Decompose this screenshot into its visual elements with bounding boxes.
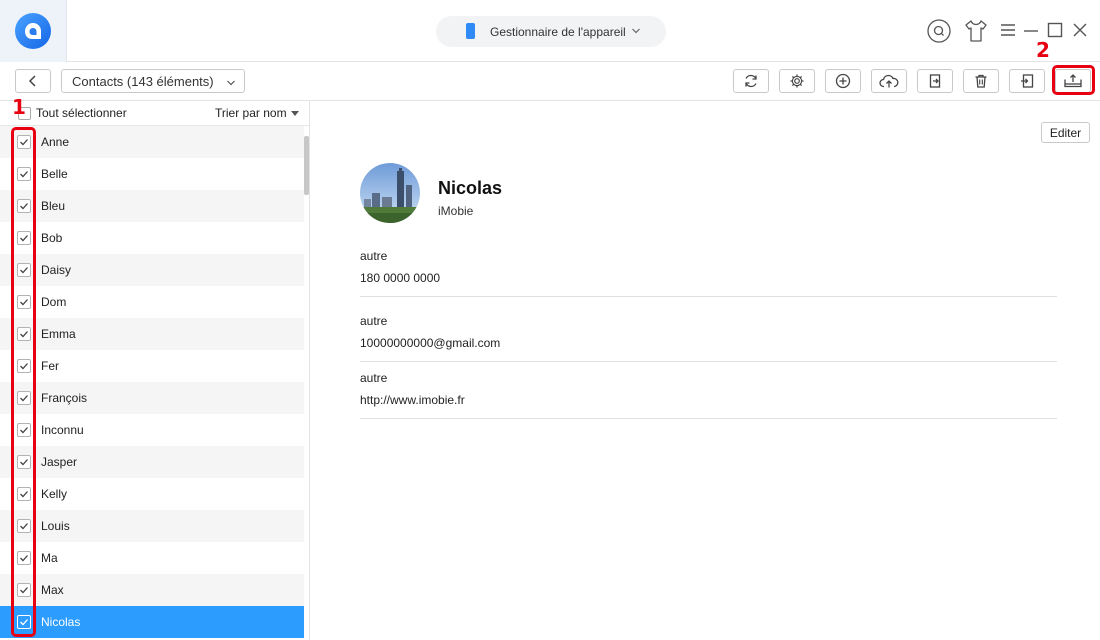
contact-row[interactable]: Bob: [0, 222, 304, 254]
contact-detail-pane: Editer Nicolas iMobie autre 180 0000 000: [310, 101, 1100, 640]
step2-highlight-box: [1052, 65, 1095, 95]
contact-name-label: Jasper: [41, 455, 78, 469]
contact-row[interactable]: Dom: [0, 286, 304, 318]
contact-row[interactable]: Kelly: [0, 478, 304, 510]
contact-rows: Anne Belle Bleu Bob Daisy Dom Emma Fer François I…: [0, 126, 304, 638]
contact-name-label: Louis: [41, 519, 70, 533]
contact-name-label: Daisy: [41, 263, 72, 277]
chevron-left-icon: [28, 75, 36, 87]
import-button[interactable]: [1009, 69, 1045, 93]
delete-button[interactable]: [963, 69, 999, 93]
upload-cloud-button[interactable]: [871, 69, 907, 93]
edit-button[interactable]: Editer: [1041, 122, 1090, 143]
contact-row[interactable]: Bleu: [0, 190, 304, 222]
category-selector[interactable]: Contacts (143 éléments): [61, 69, 245, 93]
contact-row[interactable]: Jasper: [0, 446, 304, 478]
add-icon: [835, 73, 851, 89]
theme-shirt-icon[interactable]: [963, 18, 989, 47]
field-label: autre: [360, 314, 388, 328]
contact-row[interactable]: Fer: [0, 350, 304, 382]
field-value: http://www.imobie.fr: [360, 393, 465, 407]
contact-name-label: François: [41, 391, 88, 405]
caret-down-icon: [291, 111, 299, 116]
export-to-computer-button[interactable]: [917, 69, 953, 93]
contact-name-label: Max: [41, 583, 64, 597]
back-button[interactable]: [15, 69, 51, 93]
field-label: autre: [360, 249, 388, 263]
close-icon[interactable]: [1072, 22, 1088, 41]
contact-name-label: Belle: [41, 167, 68, 181]
field-divider: [360, 361, 1057, 362]
device-manager-label: Gestionnaire de l'appareil: [490, 25, 626, 39]
add-button[interactable]: [825, 69, 861, 93]
contact-row[interactable]: Max: [0, 574, 304, 606]
upload-cloud-icon: [879, 74, 899, 88]
contact-name-label: Bleu: [41, 199, 66, 213]
step1-highlight-box: [11, 127, 36, 637]
toolbar: Contacts (143 éléments): [0, 62, 1100, 101]
refresh-icon: [745, 74, 757, 88]
refresh-button[interactable]: [733, 69, 769, 93]
device-manager-selector[interactable]: Gestionnaire de l'appareil: [436, 16, 666, 47]
scrollbar-track[interactable]: [304, 126, 309, 640]
contact-row[interactable]: Anne: [0, 126, 304, 158]
list-header: Tout sélectionner Trier par nom: [0, 101, 309, 126]
select-all-label[interactable]: Tout sélectionner: [36, 106, 127, 120]
import-icon: [1021, 74, 1034, 88]
contact-organization: iMobie: [438, 204, 474, 218]
app-logo-icon: [15, 13, 51, 49]
chevron-down-icon: [631, 24, 641, 41]
step2-number: 2: [1036, 38, 1050, 62]
menu-icon[interactable]: [1000, 22, 1016, 41]
contact-name-label: Nicolas: [41, 615, 81, 629]
chevron-down-icon: [226, 76, 236, 91]
contact-name: Nicolas: [438, 178, 503, 198]
field-value: 10000000000@gmail.com: [360, 336, 501, 350]
app-logo-area: [0, 0, 67, 62]
field-divider: [360, 418, 1057, 419]
category-label: Contacts (143 éléments): [72, 73, 214, 89]
contact-name-label: Kelly: [41, 487, 68, 501]
settings-icon: [790, 74, 804, 88]
contact-name-label: Ma: [41, 551, 58, 565]
contact-avatar: [360, 163, 420, 223]
sort-dropdown[interactable]: Trier par nom: [215, 106, 287, 120]
contact-name-label: Anne: [41, 135, 70, 149]
field-label: autre: [360, 371, 388, 385]
contact-name-label: Dom: [41, 295, 67, 309]
export-to-computer-icon: [929, 74, 941, 88]
field-value: 180 0000 0000: [360, 271, 441, 285]
contact-row[interactable]: Louis: [0, 510, 304, 542]
phone-icon: [466, 23, 475, 39]
contact-name-label: Inconnu: [41, 423, 84, 437]
contact-row[interactable]: Belle: [0, 158, 304, 190]
contact-field-url: autre http://www.imobie.fr: [360, 371, 1057, 419]
field-divider: [360, 296, 1057, 297]
contact-name-label: Emma: [41, 327, 76, 341]
contact-field-phone: autre 180 0000 0000: [360, 249, 1057, 297]
contact-name-label: Bob: [41, 231, 63, 245]
contact-row[interactable]: Nicolas: [0, 606, 304, 638]
title-bar: Gestionnaire de l'appareil: [0, 0, 1100, 62]
contact-row[interactable]: François: [0, 382, 304, 414]
contact-row[interactable]: Inconnu: [0, 414, 304, 446]
step1-number: 1: [12, 95, 26, 119]
delete-icon: [975, 74, 987, 88]
contact-row[interactable]: Daisy: [0, 254, 304, 286]
settings-button[interactable]: [779, 69, 815, 93]
contact-name-label: Fer: [41, 359, 59, 373]
contact-list-pane: Tout sélectionner Trier par nom Anne Bell…: [0, 101, 310, 640]
scrollbar-thumb[interactable]: [304, 136, 309, 195]
contact-row[interactable]: Ma: [0, 542, 304, 574]
contact-field-email: autre 10000000000@gmail.com: [360, 314, 1057, 362]
search-icon[interactable]: [926, 18, 952, 47]
contact-row[interactable]: Emma: [0, 318, 304, 350]
